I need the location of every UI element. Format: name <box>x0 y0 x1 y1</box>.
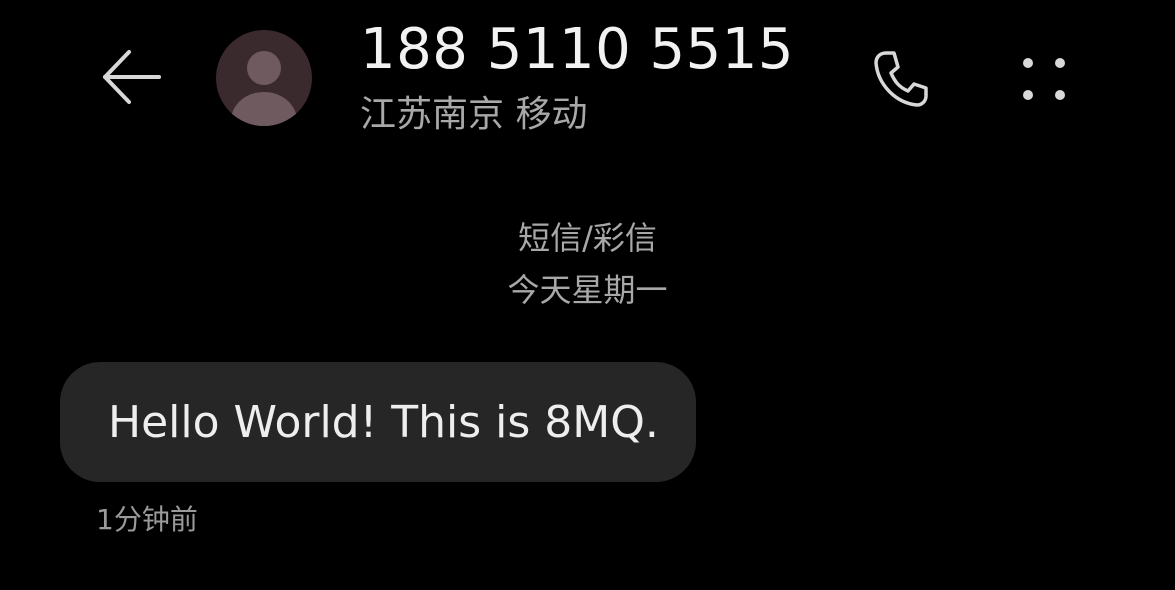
back-button[interactable] <box>96 44 166 110</box>
message-text: Hello World! This is 8MQ. <box>108 396 659 448</box>
contact-number: 188 5110 5515 <box>360 17 795 82</box>
message-bubble[interactable]: Hello World! This is 8MQ. <box>60 362 696 482</box>
arrow-left-icon <box>103 50 161 104</box>
channel-label: 短信/彩信 <box>518 219 657 257</box>
message-timestamp: 1分钟前 <box>96 503 198 536</box>
conversation-meta: 短信/彩信 今天星期一 <box>0 212 1175 316</box>
conversation-header: 188 5110 5515 江苏南京 移动 <box>0 0 1175 160</box>
date-label: 今天星期一 <box>507 271 668 309</box>
more-options-button[interactable] <box>1006 44 1082 114</box>
person-icon <box>230 51 298 126</box>
phone-icon <box>874 51 928 107</box>
more-dots-icon <box>1023 58 1065 100</box>
contact-title: 188 5110 5515 江苏南京 移动 <box>360 16 820 138</box>
contact-avatar[interactable] <box>216 30 312 126</box>
contact-location: 江苏南京 移动 <box>360 94 588 135</box>
call-button[interactable] <box>862 44 938 114</box>
